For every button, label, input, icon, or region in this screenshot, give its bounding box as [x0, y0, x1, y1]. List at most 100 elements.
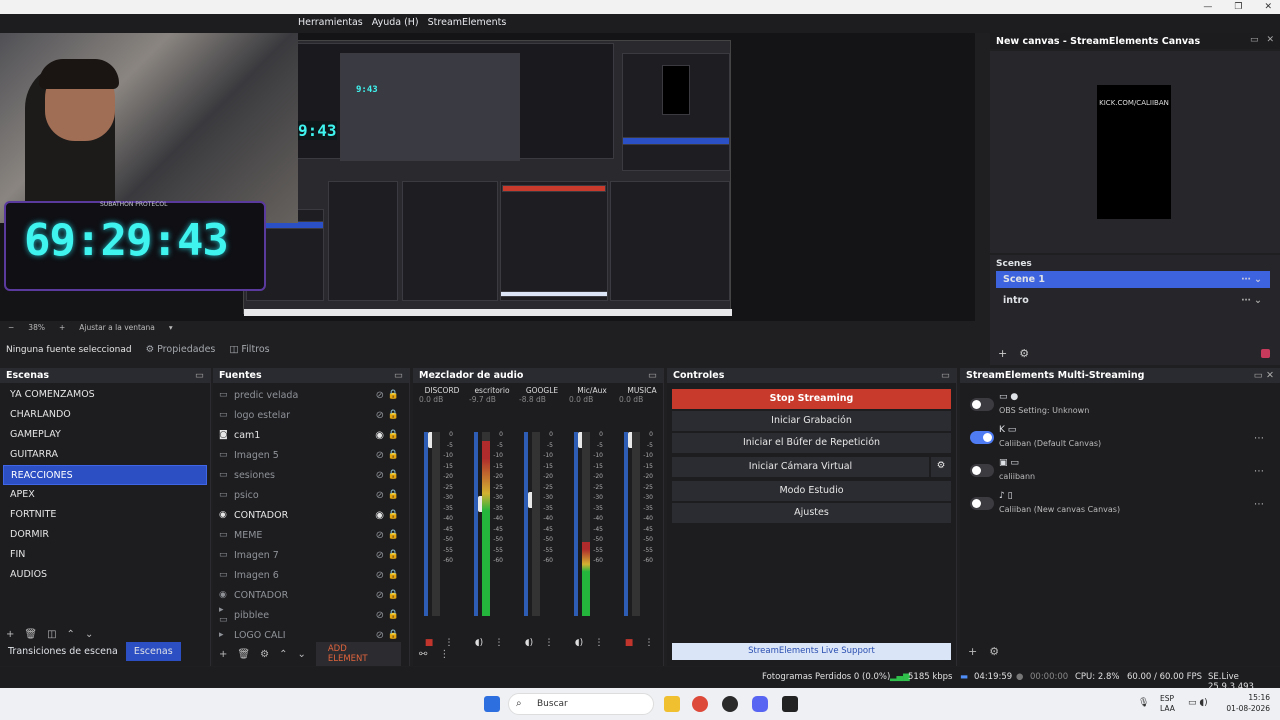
- lock-icon[interactable]: 🔒: [388, 550, 399, 560]
- menu-herramientas[interactable]: Herramientas: [298, 17, 363, 31]
- scene-item[interactable]: DORMIR: [3, 525, 207, 545]
- language-indicator[interactable]: ESP LAA: [1160, 694, 1175, 714]
- eye-hidden-icon[interactable]: ⊘: [376, 590, 384, 601]
- more-icon[interactable]: ⋯: [1254, 466, 1264, 477]
- up-icon[interactable]: ⌃: [67, 629, 75, 640]
- down-icon[interactable]: ⌄: [85, 629, 93, 640]
- speaker-icon[interactable]: ◖): [573, 638, 585, 650]
- trash-icon[interactable]: 🗑: [237, 649, 250, 660]
- source-item[interactable]: ◉ CONTADOR ◉ 🔒: [213, 505, 409, 525]
- chrome-icon[interactable]: [692, 696, 708, 712]
- eye-hidden-icon[interactable]: ⊘: [376, 450, 384, 461]
- eye-hidden-icon[interactable]: ⊘: [376, 470, 384, 481]
- eye-hidden-icon[interactable]: ⊘: [376, 570, 384, 581]
- lock-icon[interactable]: 🔒: [388, 570, 399, 580]
- lock-icon[interactable]: 🔒: [388, 530, 399, 540]
- canvas-preview[interactable]: KICK.COM/CALIIBAN: [990, 51, 1280, 253]
- stream-toggle[interactable]: [970, 398, 994, 411]
- more-icon[interactable]: ⋯: [1254, 433, 1264, 444]
- speaker-icon[interactable]: ◖): [473, 638, 485, 650]
- mic-icon[interactable]: 🎙: [1138, 698, 1149, 708]
- source-item[interactable]: ◉ CONTADOR ⊘ 🔒: [213, 585, 409, 605]
- replay-buffer-button[interactable]: Iniciar el Búfer de Repetición: [672, 433, 951, 453]
- undock-icon[interactable]: ▭: [941, 370, 950, 381]
- more-icon[interactable]: ⋯ ⌄: [1241, 274, 1262, 285]
- up-icon[interactable]: ⌃: [279, 649, 287, 660]
- windows-start-icon[interactable]: [484, 696, 500, 712]
- undock-icon[interactable]: ▭: [1250, 35, 1259, 45]
- gear-icon[interactable]: ⚙: [1019, 347, 1029, 360]
- menu-ayuda[interactable]: Ayuda (H): [372, 17, 419, 31]
- more-icon[interactable]: ⋮: [593, 638, 605, 650]
- source-item[interactable]: ▸ ▭ pibblee ⊘ 🔒: [213, 605, 409, 625]
- add-icon[interactable]: +: [219, 649, 227, 660]
- source-item[interactable]: ▭ predic velada ⊘ 🔒: [213, 385, 409, 405]
- more-icon[interactable]: ⋮: [439, 649, 449, 660]
- more-icon[interactable]: ⋮: [543, 638, 555, 650]
- volume-fader[interactable]: [624, 432, 636, 616]
- canvas-scene-item[interactable]: Scene 1 ⋯ ⌄: [996, 271, 1270, 288]
- lock-icon[interactable]: 🔒: [388, 490, 399, 500]
- eye-hidden-icon[interactable]: ⊘: [376, 530, 384, 541]
- lock-icon[interactable]: 🔒: [388, 510, 399, 520]
- add-icon[interactable]: +: [6, 629, 14, 640]
- add-element-button[interactable]: ADD ELEMENT: [315, 642, 401, 666]
- close-icon[interactable]: ✕: [1266, 35, 1274, 45]
- stream-toggle[interactable]: [970, 431, 994, 444]
- search-box[interactable]: Buscar: [508, 693, 654, 715]
- lock-icon[interactable]: 🔒: [388, 430, 399, 440]
- more-icon[interactable]: ⋯: [1254, 499, 1264, 510]
- undock-icon[interactable]: ▭: [648, 370, 657, 381]
- discord-icon[interactable]: [752, 696, 768, 712]
- scene-item[interactable]: GAMEPLAY: [3, 425, 207, 445]
- stop-streaming-button[interactable]: Stop Streaming: [672, 389, 951, 409]
- capcut-icon[interactable]: [782, 696, 798, 712]
- canvas-scene-item[interactable]: intro ⋯ ⌄: [996, 292, 1270, 309]
- scene-item[interactable]: REACCIONES: [3, 465, 207, 485]
- scene-item[interactable]: FORTNITE: [3, 505, 207, 525]
- scene-item[interactable]: CHARLANDO: [3, 405, 207, 425]
- filters-button[interactable]: ◫ Filtros: [229, 344, 269, 355]
- record-indicator-icon[interactable]: [1261, 349, 1270, 358]
- eye-hidden-icon[interactable]: ⊘: [376, 550, 384, 561]
- down-icon[interactable]: ⌄: [297, 649, 305, 660]
- undock-icon[interactable]: ▭: [195, 370, 204, 381]
- scene-item[interactable]: APEX: [3, 485, 207, 505]
- undock-icon[interactable]: ▭: [394, 370, 403, 381]
- lock-icon[interactable]: 🔒: [388, 450, 399, 460]
- volume-fader[interactable]: [474, 432, 486, 616]
- gear-icon[interactable]: ⚙: [260, 649, 269, 660]
- more-icon[interactable]: ⋮: [493, 638, 505, 650]
- preview-area[interactable]: 9:43 9:43 SUBATHON PROTECOL 69:29:43: [0, 33, 975, 321]
- clock[interactable]: 15:16 01-08-2026: [1226, 692, 1270, 714]
- volume-fader[interactable]: [574, 432, 586, 616]
- tab-scenes[interactable]: Escenas: [125, 642, 181, 661]
- source-item[interactable]: ▭ MEME ⊘ 🔒: [213, 525, 409, 545]
- lock-icon[interactable]: 🔒: [388, 630, 399, 639]
- zoom-out-icon[interactable]: −: [8, 323, 14, 332]
- source-item[interactable]: ▭ Imagen 6 ⊘ 🔒: [213, 565, 409, 585]
- fit-window-button[interactable]: Ajustar a la ventana: [79, 323, 155, 332]
- source-item[interactable]: ▸ LOGO CALI ⊘ 🔒: [213, 625, 409, 640]
- live-support-button[interactable]: StreamElements Live Support: [672, 643, 951, 660]
- virtual-camera-button[interactable]: Iniciar Cámara Virtual: [672, 457, 929, 477]
- speaker-icon[interactable]: ◖): [523, 638, 535, 650]
- source-item[interactable]: ▭ Imagen 5 ⊘ 🔒: [213, 445, 409, 465]
- lock-icon[interactable]: 🔒: [388, 590, 399, 600]
- eye-icon[interactable]: ◉: [375, 430, 384, 441]
- eye-hidden-icon[interactable]: ⊘: [376, 630, 384, 640]
- add-icon[interactable]: +: [968, 645, 977, 658]
- stream-toggle[interactable]: [970, 497, 994, 510]
- restore-icon[interactable]: ❐: [1234, 2, 1242, 12]
- eye-hidden-icon[interactable]: ⊘: [376, 390, 384, 401]
- muted-icon[interactable]: ■: [623, 638, 635, 650]
- network-volume-icons[interactable]: ▭ ◖): [1188, 698, 1208, 708]
- studio-mode-button[interactable]: Modo Estudio: [672, 481, 951, 501]
- chevron-down-icon[interactable]: ▾: [169, 323, 173, 332]
- minimize-icon[interactable]: —: [1203, 2, 1212, 12]
- eye-hidden-icon[interactable]: ⊘: [376, 410, 384, 421]
- file-explorer-icon[interactable]: [664, 696, 680, 712]
- source-item[interactable]: ▭ logo estelar ⊘ 🔒: [213, 405, 409, 425]
- scene-item[interactable]: GUITARRA: [3, 445, 207, 465]
- stream-toggle[interactable]: [970, 464, 994, 477]
